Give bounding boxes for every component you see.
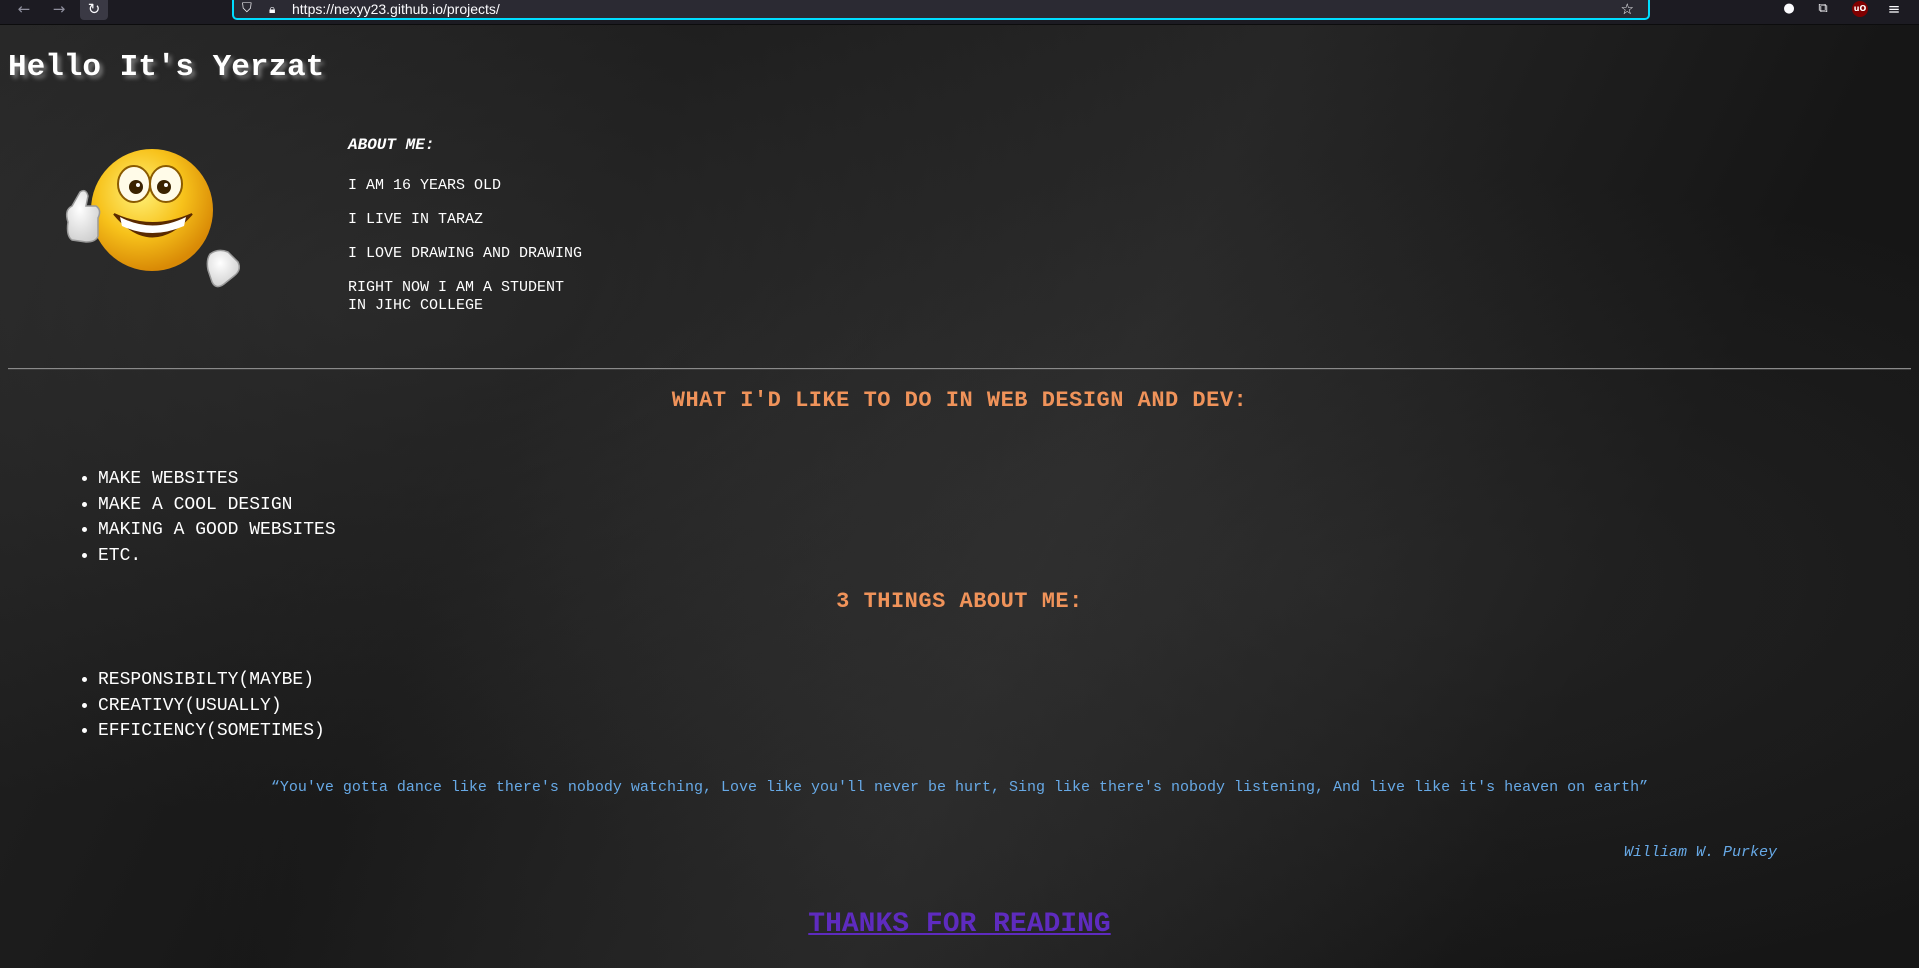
thanks-section: THANKS FOR READING	[0, 909, 1919, 940]
about-fact: I LOVE DRAWING AND DRAWING	[348, 245, 583, 262]
list-item: MAKE A COOL DESIGN	[98, 493, 336, 519]
goals-list: MAKE WEBSITES MAKE A COOL DESIGN MAKING …	[78, 467, 336, 569]
quote-text: “You've gotta dance like there's nobody …	[270, 779, 1649, 796]
list-item: MAKE WEBSITES	[98, 467, 336, 493]
browser-toolbar: ← → ↻ ⛉ 🔒︎ https://nexyy23.github.io/pro…	[0, 0, 1919, 25]
goals-heading: WHAT I'D LIKE TO DO IN WEB DESIGN AND DE…	[671, 388, 1248, 413]
tracking-protection-shield-icon[interactable]: ⛉	[242, 0, 252, 18]
list-item: ETC.	[98, 544, 336, 570]
about-fact: I LIVE IN TARAZ	[348, 211, 484, 228]
things-heading: 3 THINGS ABOUT ME:	[836, 589, 1083, 614]
url-text[interactable]: https://nexyy23.github.io/projects/	[292, 0, 500, 18]
extensions-icon[interactable]: ⧉	[1814, 0, 1832, 18]
things-list: RESPONSIBILTY(MAYBE) CREATIVY(USUALLY) E…	[78, 668, 325, 745]
smiley-thumbs-up-icon	[65, 149, 240, 288]
list-item: MAKING A GOOD WEBSITES	[98, 518, 336, 544]
bookmark-star-icon[interactable]: ☆	[1621, 0, 1634, 18]
hamburger-menu-icon[interactable]: ≡	[1884, 0, 1904, 18]
quote-author: William W. Purkey	[1623, 844, 1777, 861]
list-item: CREATIVY(USUALLY)	[98, 694, 325, 720]
list-item: RESPONSIBILTY(MAYBE)	[98, 668, 325, 694]
about-fact: IN JIHC COLLEGE	[348, 297, 484, 314]
list-item: EFFICIENCY(SOMETIMES)	[98, 719, 325, 745]
page-content: Hello It's Yerzat ABOUT ME: I AM 16 YEAR…	[0, 24, 1919, 968]
back-icon[interactable]: ←	[12, 0, 36, 20]
horizontal-rule	[8, 368, 1911, 370]
about-fact: RIGHT NOW I AM A STUDENT	[348, 279, 565, 296]
reload-icon[interactable]: ↻	[80, 0, 108, 20]
page-title: Hello It's Yerzat	[8, 50, 325, 85]
about-heading: ABOUT ME:	[348, 136, 435, 154]
address-bar[interactable]: ⛉ 🔒︎ https://nexyy23.github.io/projects/…	[232, 0, 1650, 20]
ublock-origin-icon[interactable]: uO	[1852, 1, 1868, 17]
thanks-link[interactable]: THANKS FOR READING	[808, 909, 1110, 940]
about-fact: I AM 16 YEARS OLD	[348, 177, 502, 194]
forward-icon[interactable]: →	[47, 0, 71, 20]
lock-icon[interactable]: 🔒︎	[269, 0, 275, 18]
account-icon[interactable]: ●	[1780, 0, 1798, 18]
